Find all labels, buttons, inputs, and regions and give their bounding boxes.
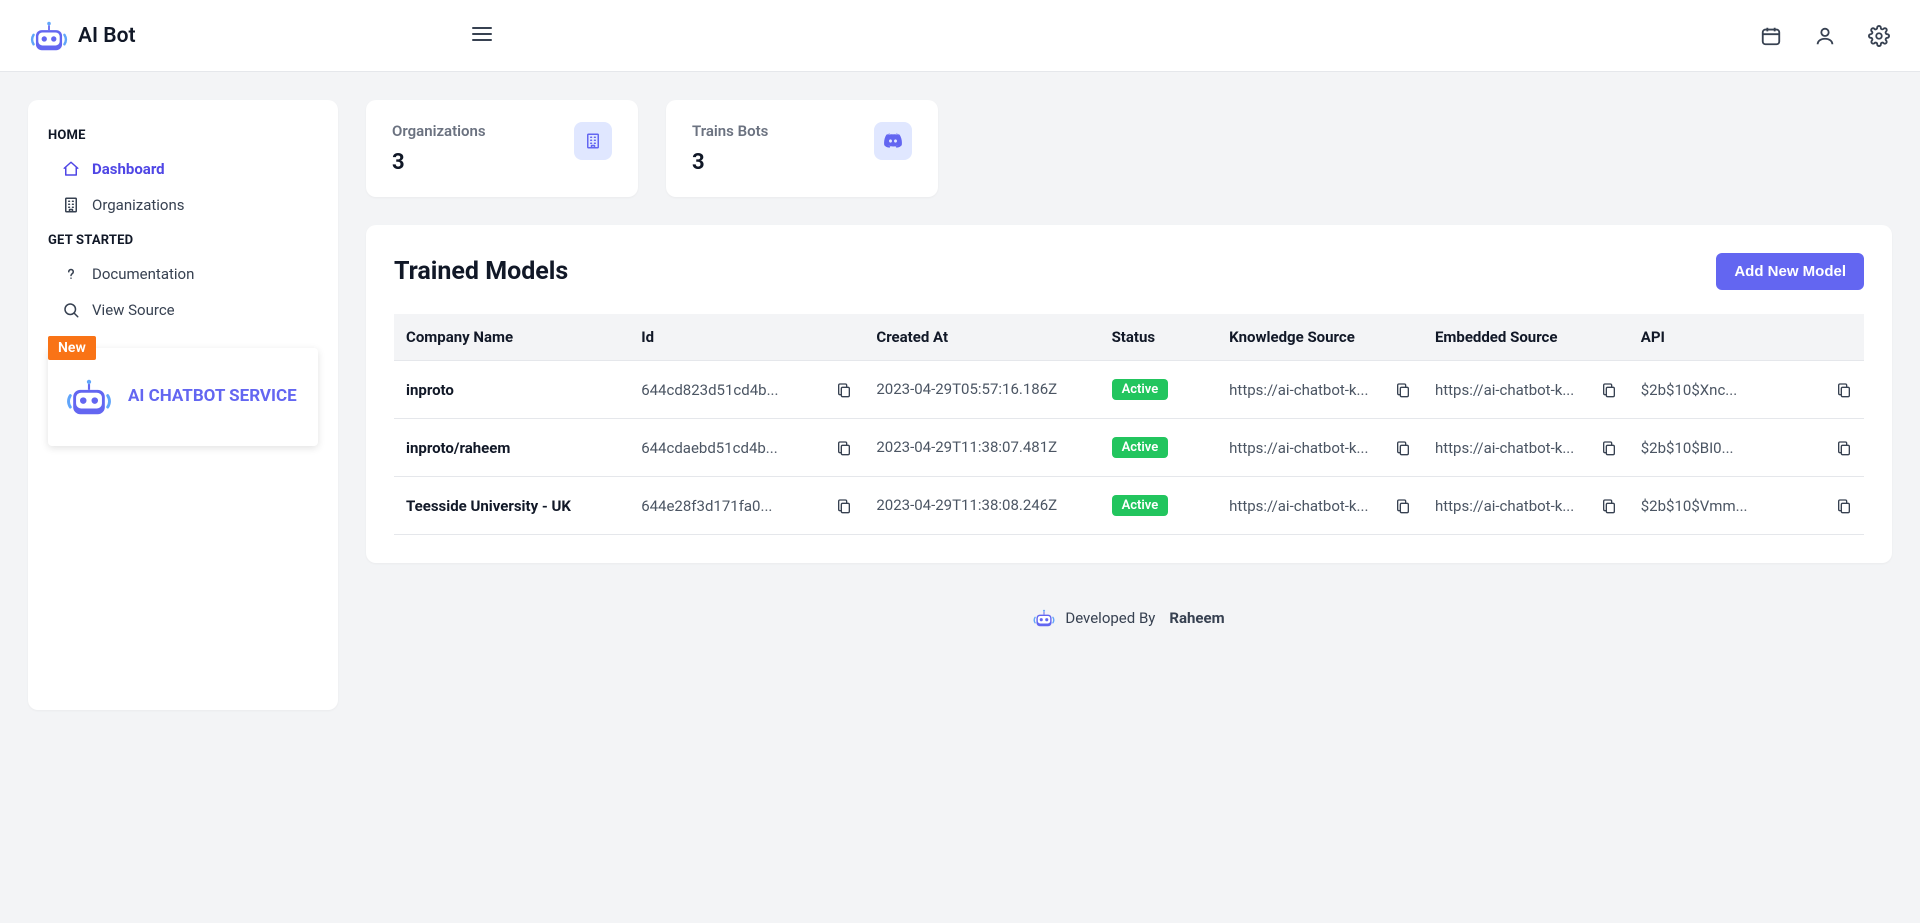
- stat-card-organizations: Organizations 3: [366, 100, 638, 197]
- cell-knowledge: https://ai-chatbot-k...: [1217, 419, 1423, 477]
- copy-icon[interactable]: [836, 498, 852, 514]
- cell-company: Teesside University - UK: [394, 477, 629, 535]
- stat-label: Trains Bots: [692, 122, 768, 140]
- column-header: Embedded Source: [1423, 314, 1629, 361]
- table-row: Teesside University - UK 644e28f3d171fa0…: [394, 477, 1864, 535]
- search-icon: [62, 301, 80, 319]
- sidebar: HOME Dashboard Organizations GET STARTED Doc…: [28, 100, 338, 710]
- cell-api: $2b$10$Xnc...: [1629, 361, 1864, 419]
- copy-icon[interactable]: [1836, 498, 1852, 514]
- home-icon: [62, 160, 80, 178]
- cell-embedded: https://ai-chatbot-k...: [1423, 361, 1629, 419]
- copy-icon[interactable]: [1836, 440, 1852, 456]
- promo-title: AI CHATBOT SERVICE: [128, 385, 297, 409]
- add-new-model-button[interactable]: Add New Model: [1716, 253, 1864, 290]
- building-icon: [574, 122, 612, 160]
- sidebar-item-dashboard[interactable]: Dashboard: [28, 151, 338, 187]
- sidebar-section-title: GET STARTED: [28, 223, 338, 256]
- cell-company: inproto/raheem: [394, 419, 629, 477]
- copy-icon[interactable]: [1395, 498, 1411, 514]
- discord-icon: [874, 122, 912, 160]
- bot-icon: [30, 17, 68, 55]
- status-badge: Active: [1112, 437, 1169, 458]
- cell-created: 2023-04-29T11:38:08.246Z: [864, 477, 1099, 535]
- question-icon: [62, 265, 80, 283]
- app-header: AI Bot: [0, 0, 1920, 72]
- cell-knowledge: https://ai-chatbot-k...: [1217, 477, 1423, 535]
- cell-api: $2b$10$BI0...: [1629, 419, 1864, 477]
- copy-icon[interactable]: [836, 440, 852, 456]
- copy-icon[interactable]: [1395, 440, 1411, 456]
- sidebar-item-label: Organizations: [92, 196, 185, 214]
- sidebar-section-title: HOME: [28, 118, 338, 151]
- table-row: inproto/raheem 644cdaebd51cd4b... 2023-0…: [394, 419, 1864, 477]
- column-header: Company Name: [394, 314, 629, 361]
- footer: Developed By Raheem: [366, 591, 1892, 645]
- cell-created: 2023-04-29T05:57:16.186Z: [864, 361, 1099, 419]
- column-header: API: [1629, 314, 1864, 361]
- hamburger-icon: [470, 22, 494, 46]
- gear-icon: [1868, 25, 1890, 47]
- cell-status: Active: [1100, 419, 1218, 477]
- sidebar-item-organizations[interactable]: Organizations: [28, 187, 338, 223]
- sidebar-item-view-source[interactable]: View Source: [28, 292, 338, 328]
- footer-author: Raheem: [1169, 609, 1224, 627]
- sidebar-item-label: Documentation: [92, 265, 194, 283]
- stat-label: Organizations: [392, 122, 486, 140]
- trained-models-card: Trained Models Add New Model Company Nam…: [366, 225, 1892, 563]
- stat-value: 3: [392, 150, 486, 175]
- copy-icon[interactable]: [1601, 498, 1617, 514]
- cell-knowledge: https://ai-chatbot-k...: [1217, 361, 1423, 419]
- table-row: inproto 644cd823d51cd4b... 2023-04-29T05…: [394, 361, 1864, 419]
- column-header: Id: [629, 314, 864, 361]
- footer-text: Developed By: [1065, 609, 1155, 627]
- sidebar-item-label: Dashboard: [92, 160, 165, 178]
- cell-embedded: https://ai-chatbot-k...: [1423, 477, 1629, 535]
- column-header: Created At: [864, 314, 1099, 361]
- cell-id: 644cdaebd51cd4b...: [629, 419, 864, 477]
- sidebar-item-documentation[interactable]: Documentation: [28, 256, 338, 292]
- cell-embedded: https://ai-chatbot-k...: [1423, 419, 1629, 477]
- bot-icon: [1033, 607, 1055, 629]
- settings-button[interactable]: [1868, 25, 1890, 47]
- new-badge: New: [48, 336, 96, 360]
- building-icon: [62, 196, 80, 214]
- copy-icon[interactable]: [1601, 382, 1617, 398]
- copy-icon[interactable]: [1836, 382, 1852, 398]
- promo-card[interactable]: AI CHATBOT SERVICE: [48, 348, 318, 446]
- status-badge: Active: [1112, 495, 1169, 516]
- cell-company: inproto: [394, 361, 629, 419]
- copy-icon[interactable]: [1395, 382, 1411, 398]
- user-icon: [1814, 25, 1836, 47]
- cell-id: 644e28f3d171fa0...: [629, 477, 864, 535]
- status-badge: Active: [1112, 379, 1169, 400]
- menu-toggle-button[interactable]: [470, 22, 494, 50]
- calendar-button[interactable]: [1760, 25, 1782, 47]
- cell-created: 2023-04-29T11:38:07.481Z: [864, 419, 1099, 477]
- cell-status: Active: [1100, 361, 1218, 419]
- column-header: Knowledge Source: [1217, 314, 1423, 361]
- cell-id: 644cd823d51cd4b...: [629, 361, 864, 419]
- profile-button[interactable]: [1814, 25, 1836, 47]
- column-header: Status: [1100, 314, 1218, 361]
- table-title: Trained Models: [394, 257, 568, 286]
- copy-icon[interactable]: [1601, 440, 1617, 456]
- models-table: Company NameIdCreated AtStatusKnowledge …: [394, 314, 1864, 535]
- cell-status: Active: [1100, 477, 1218, 535]
- brand-name: AI Bot: [78, 24, 136, 48]
- cell-api: $2b$10$Vmm...: [1629, 477, 1864, 535]
- copy-icon[interactable]: [836, 382, 852, 398]
- brand-logo[interactable]: AI Bot: [30, 17, 136, 55]
- stat-value: 3: [692, 150, 768, 175]
- sidebar-item-label: View Source: [92, 301, 175, 319]
- stat-card-trains-bots: Trains Bots 3: [666, 100, 938, 197]
- calendar-icon: [1760, 25, 1782, 47]
- bot-icon: [66, 374, 112, 420]
